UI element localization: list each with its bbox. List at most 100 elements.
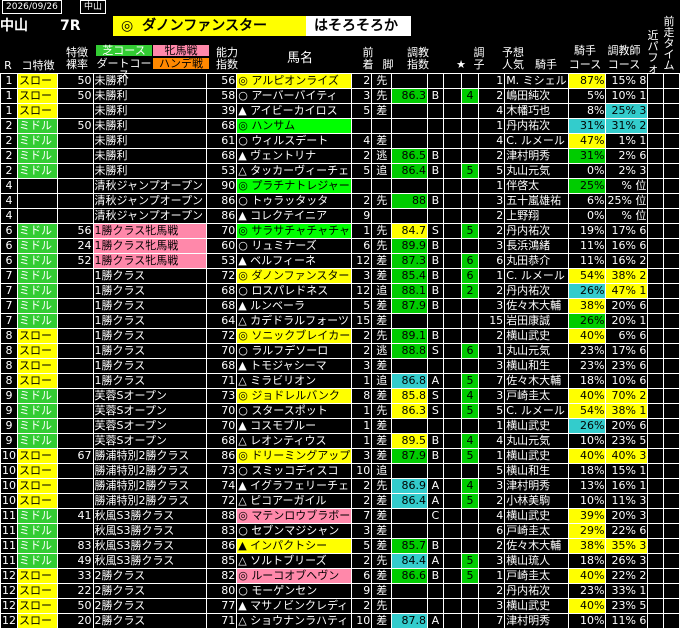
table-row[interactable]: 6 ミドル 56 1勝クラス牝馬戦 70 ◎ サラサチャチャチャ 1 先 84.7 S 5 2 丹内祐次… xyxy=(0,223,680,239)
table-row[interactable]: 10 スロー 勝浦特別2勝クラス 74 ▲ イグラフェリーチェ 2 先 86.9 A 4 3 津村明秀… xyxy=(0,478,680,494)
table-row[interactable]: 2 ミドル 未勝利 53 △ タッカーヴィーチェ 5 追 86.4 B 5 5 丸山元気 0% 2% 3 xyxy=(0,163,680,179)
col-course-trait: コ特徴 xyxy=(21,59,55,72)
table-row[interactable]: 10 スロー 勝浦特別2勝クラス 72 △ ピコアーガイル 2 差 86.4 A 5 2 小林美駒 10… xyxy=(0,493,680,509)
course-trait-cell: ミドル xyxy=(17,283,58,299)
table-row[interactable]: 8 スロー 1勝クラス 68 ▲ トモジャシーマ 3 差 3 横山和生 23% 23% 6 xyxy=(0,358,680,374)
race-number-cell: 11 xyxy=(0,508,18,524)
table-row[interactable]: 9 ミドル 芙蓉Sオープン 70 ▲ コスモブルー 1 差 1 横山武史 26% 20% 6 xyxy=(0,418,680,434)
col-ability-2: 指数 xyxy=(216,58,238,71)
table-row[interactable]: 10 スロー 勝浦特別2勝クラス 73 ○ スミッコディスコ 10 追 5 横山和生 18% 15%… xyxy=(0,463,680,479)
table-row[interactable]: 7 ミドル 1勝クラス 72 ◎ ダノンファンスター 3 差 85.4 B 6 1 C. ルメール 54… xyxy=(0,268,680,284)
horse-name[interactable]: セブンマジシャン xyxy=(251,525,339,538)
special-rate-cell xyxy=(56,163,94,179)
table-row[interactable]: 12 スロー 50 2勝クラス 77 ▲ マサノビンクレディ 2 先 3 横山武史 40% 23% 5 xyxy=(0,598,680,614)
horse-name[interactable]: ヴェントリナ xyxy=(250,150,316,163)
horse-name[interactable]: ハンサム xyxy=(251,120,295,133)
train-index-cell xyxy=(391,598,428,614)
table-row[interactable]: 8 スロー 1勝クラス 70 ○ ラルフデソーロ 2 逃 88.8 S 6 1 丸山元気 23% 17% … xyxy=(0,343,680,359)
horse-name[interactable]: ソルトブリーズ xyxy=(250,555,326,568)
table-row[interactable]: 8 スロー 1勝クラス 72 ◎ ソニックブレイカー 2 先 89.1 B 2 横山武史 40% 6% … xyxy=(0,328,680,344)
star-icon xyxy=(442,148,462,164)
trainer-course-rate: 15% xyxy=(611,464,636,478)
horse-name[interactable]: ロスパレドネス xyxy=(251,285,328,298)
horse-name[interactable]: トゥラッタッタ xyxy=(251,195,328,208)
ability-cell: 68 xyxy=(206,298,238,314)
table-row[interactable]: 2 ミドル 未勝利 61 ○ ウィルスデート 4 差 4 C. ルメール 47% 1% 1 xyxy=(0,133,680,149)
table-row[interactable]: 7 ミドル 1勝クラス 64 △ カデドラルフォーツ 15 差 15 岩田康誠 26% 20% 1 xyxy=(0,313,680,329)
table-row[interactable]: 12 スロー 22 2勝クラス 80 ○ モーゲンセン 9 差 2 丹内祐次 23% 33% 1 xyxy=(0,583,680,599)
horse-name[interactable]: コレクテイニア xyxy=(250,210,327,223)
table-row[interactable]: 4 清秋ジャンプオープン 90 ◎ プラチナトレジャー 1 伴啓太 25%% 位 xyxy=(0,178,680,194)
star-icon xyxy=(442,118,462,134)
horse-name[interactable]: ドリーミングアップ xyxy=(251,450,350,463)
horse-name[interactable]: サラサチャチャチャ xyxy=(251,225,350,238)
table-row[interactable]: 11 ミドル 41 秋風S3勝クラス 88 ◎ マテンロウブラボー 7 差 86.1 C 4 横山武史… xyxy=(0,508,680,524)
trainer-course-rate: 70% xyxy=(611,389,636,403)
horse-name[interactable]: トモジャシーマ xyxy=(250,360,326,373)
prev-finish-cell: 3 xyxy=(351,523,373,539)
table-row[interactable]: 11 ミドル 49 秋風S3勝クラス 85 △ ソルトブリーズ 2 先 84.4 A 5 3 横山琉人 1… xyxy=(0,553,680,569)
horse-name[interactable]: マテンロウブラボー xyxy=(251,510,350,523)
front-time-cell xyxy=(663,523,680,539)
horse-name[interactable]: ウィルスデート xyxy=(251,135,328,148)
table-row[interactable]: 12 スロー 33 2勝クラス 82 ◎ ルーコオブヘヴン 6 差 86.6 B 5 1 戸崎圭太 40%… xyxy=(0,568,680,584)
course-trait-cell: ミドル xyxy=(17,253,58,269)
table-row[interactable]: 9 ミドル 芙蓉Sオープン 73 ◎ ジョドレルバンク 8 差 85.8 S 4 3 戸崎圭太 40% 7… xyxy=(0,388,680,404)
horse-name[interactable]: スタースポット xyxy=(251,405,327,418)
table-row[interactable]: 9 ミドル 芙蓉Sオープン 68 △ レオンティウス 1 差 89.5 B 4 4 丸山元気 10% 23… xyxy=(0,433,680,449)
table-row[interactable]: 7 ミドル 1勝クラス 68 ▲ ルンベーラ 5 差 87.9 B 3 佐々木大輔 38% 20% 6 xyxy=(0,298,680,314)
horse-name[interactable]: コスモブルー xyxy=(250,420,316,433)
pick-comment: はそろそろか xyxy=(306,16,411,36)
table-row[interactable]: 11 ミドル 秋風S3勝クラス 83 ○ セブンマジシャン 3 差 6 戸崎圭太 29% 22% 6 xyxy=(0,523,680,539)
horse-name[interactable]: インパクトシー xyxy=(250,540,327,553)
table-row[interactable]: 6 ミドル 24 1勝クラス牝馬戦 60 ○ リュミナーズ 6 先 89.9 B 3 長浜鴻緒 11% 1… xyxy=(0,238,680,254)
horse-name[interactable]: リュミナーズ xyxy=(251,240,316,253)
horse-name[interactable]: ルーコオブヘヴン xyxy=(251,570,339,583)
table-row[interactable]: 2 ミドル 50 未勝利 68 ◎ ハンサム 1 丹内祐次 31% 31% 2 xyxy=(0,118,680,134)
run-style-cell: 逃 xyxy=(371,148,393,164)
table-row[interactable]: 4 清秋ジャンプオープン 86 ▲ コレクテイニア 9 2 上野翔 0%% 位 xyxy=(0,208,680,224)
table-row[interactable]: 10 スロー 67 勝浦特別2勝クラス 86 ◎ ドリーミングアップ 3 差 87.9 B 5 1 横山… xyxy=(0,448,680,464)
trainer-course-cell: 10% 6 xyxy=(605,373,649,389)
prev-finish-cell: 5 xyxy=(351,103,373,119)
horse-name[interactable]: ソニックブレイカー xyxy=(251,330,350,343)
horse-name[interactable]: ショウナンラハティ xyxy=(250,615,348,628)
horse-name[interactable]: マサノビンクレディ xyxy=(250,600,348,613)
table-row[interactable]: 9 ミドル 芙蓉Sオープン 70 ○ スタースポット 1 先 86.3 S 5 5 C. ルメール 54… xyxy=(0,403,680,419)
horse-name[interactable]: ルンベーラ xyxy=(250,300,305,313)
table-row[interactable]: 11 ミドル 83 秋風S3勝クラス 86 ▲ インパクトシー 5 差 85.7 B 2 佐々木大輔 3… xyxy=(0,538,680,554)
table-row[interactable]: 7 ミドル 1勝クラス 68 ○ ロスパレドネス 12 追 88.1 B 2 2 丹内祐次 26% 47%… xyxy=(0,283,680,299)
table-row[interactable]: 2 ミドル 未勝利 68 ▲ ヴェントリナ 2 逃 86.5 B 2 津村明秀 31% 2% 6 xyxy=(0,148,680,164)
horse-name[interactable]: ピコアーガイル xyxy=(250,495,326,508)
horse-name[interactable]: アーバーバイティ xyxy=(251,90,337,103)
horse-name[interactable]: ジョドレルバンク xyxy=(251,390,340,403)
horse-name[interactable]: プラチナトレジャー xyxy=(251,180,349,193)
front-time-cell xyxy=(663,538,680,554)
table-row[interactable]: 12 スロー 20 2勝クラス 71 △ ショウナンラハティ 10 差 87.8 A 7 津村明秀 10… xyxy=(0,613,680,628)
horse-name[interactable]: ベルフィーネ xyxy=(250,255,316,268)
tone-cell: 5 xyxy=(460,223,480,239)
horse-name[interactable]: タッカーヴィーチェ xyxy=(250,165,349,178)
horse-name[interactable]: スミッコディスコ xyxy=(251,465,338,478)
horse-name[interactable]: ミラビリオン xyxy=(250,375,316,388)
table-row[interactable]: 4 清秋ジャンプオープン 86 ○ トゥラッタッタ 2 先 88 B 3 五十嵐雄祐 6% 25% 位 xyxy=(0,193,680,209)
special-rate-cell: 50 xyxy=(56,598,94,614)
train-index-cell: 88.8 xyxy=(391,343,428,359)
table-row[interactable]: 1 スロー 未勝利 39 ▲ アイビーカイロス 5 差 4 木幡巧也 8% 25% 3 xyxy=(0,103,680,119)
table-row[interactable]: 1 スロー 50 未勝利 56 ◎ アルピオンライズ 2 先 1 M. ミシェル 87% 15% 8 xyxy=(0,73,680,89)
col-train-2: 指数 xyxy=(407,58,429,71)
horse-name[interactable]: カデドラルフォーツ xyxy=(250,315,349,328)
table-row[interactable]: 8 スロー 1勝クラス 71 △ ミラビリオン 1 追 86.8 A 5 7 佐々木大輔 18% 10% … xyxy=(0,373,680,389)
horse-name[interactable]: モーゲンセン xyxy=(251,585,317,598)
horse-name[interactable]: ラルフデソーロ xyxy=(251,345,328,358)
table-row[interactable]: 1 スロー 50 未勝利 58 ○ アーバーバイティ 3 先 86.3 B 4 2 嶋田純次 5% 10% … xyxy=(0,88,680,104)
horse-name[interactable]: レオンティウス xyxy=(250,435,326,448)
table-row[interactable]: 6 ミドル 52 1勝クラス牝馬戦 53 ▲ ベルフィーネ 12 差 87.3 B 6 6 丸田恭介 11… xyxy=(0,253,680,269)
prev-finish-cell: 7 xyxy=(351,508,373,524)
horse-name[interactable]: アルピオンライズ xyxy=(251,75,339,88)
class-cell: 秋風S3勝クラス xyxy=(92,553,208,569)
horse-name[interactable]: アイビーカイロス xyxy=(250,105,337,118)
horse-name[interactable]: ダノンファンスター xyxy=(251,270,349,283)
jockey-course-cell: 87% xyxy=(567,73,607,89)
horse-name[interactable]: イグラフェリーチェ xyxy=(250,480,349,493)
